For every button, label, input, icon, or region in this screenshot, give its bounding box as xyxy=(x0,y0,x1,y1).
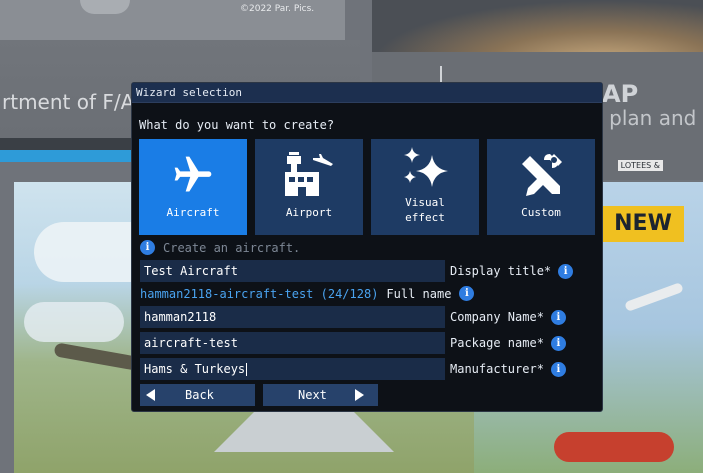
company-name-label: Company Name* xyxy=(450,310,544,324)
full-name-value: hamman2118-aircraft-test (24/128) xyxy=(140,286,379,301)
hint-row: i Create an aircraft. xyxy=(140,240,300,255)
plan-title: AP xyxy=(602,80,639,108)
display-title-row: Test Aircraft Display title* i xyxy=(140,260,574,282)
department-text: rtment of F/A xyxy=(2,90,135,114)
new-badge: NEW xyxy=(602,206,684,242)
manufacturer-label: Manufacturer* xyxy=(450,362,544,376)
airplane-icon xyxy=(165,149,221,201)
display-title-label: Display title* xyxy=(450,264,552,278)
package-name-label: Package name* xyxy=(450,336,544,350)
dialog-titlebar[interactable]: Wizard selection xyxy=(132,83,602,103)
helicopter-shape xyxy=(554,432,674,462)
cloud-shape xyxy=(24,302,124,342)
copyright-text: ©2022 Par. Pics. xyxy=(240,4,315,14)
background-tile-topleft: ©2022 Par. Pics. xyxy=(0,0,345,40)
manufacturer-value: Hams & Turkeys xyxy=(144,362,246,376)
info-icon[interactable]: i xyxy=(140,240,155,255)
sparkles-icon xyxy=(397,145,453,191)
jet-shape xyxy=(624,282,684,312)
manufacturer-row: Hams & Turkeys Manufacturer* i xyxy=(140,358,566,380)
tile-custom-label: Custom xyxy=(521,206,561,219)
airport-icon xyxy=(281,149,337,201)
wizard-dialog: Wizard selection What do you want to cre… xyxy=(131,82,603,412)
full-name-info-icon[interactable]: i xyxy=(459,286,475,301)
manufacturer-info-icon[interactable]: i xyxy=(550,361,566,377)
hint-text: Create an aircraft. xyxy=(163,240,301,255)
background-strip xyxy=(0,138,132,150)
next-button[interactable]: Next xyxy=(263,384,378,406)
back-button-label: Back xyxy=(185,388,214,402)
company-name-field[interactable]: hamman2118 xyxy=(140,306,445,328)
tile-custom[interactable]: Custom xyxy=(487,139,595,235)
back-button[interactable]: Back xyxy=(140,384,255,406)
display-title-field[interactable]: Test Aircraft xyxy=(140,260,445,282)
full-name-row: hamman2118-aircraft-test (24/128) Full n… xyxy=(140,286,475,301)
wizard-question: What do you want to create? xyxy=(139,118,335,132)
package-name-row: aircraft-test Package name* i xyxy=(140,332,566,354)
arrow-left-icon xyxy=(146,389,155,401)
package-name-field[interactable]: aircraft-test xyxy=(140,332,445,354)
company-name-row: hamman2118 Company Name* i xyxy=(140,306,566,328)
wizard-tiles: Aircraft Airport Visual effect Custom xyxy=(139,139,595,235)
company-name-info-icon[interactable]: i xyxy=(550,309,566,325)
text-caret xyxy=(246,363,248,376)
tools-icon xyxy=(513,149,569,201)
tile-airport[interactable]: Airport xyxy=(255,139,363,235)
full-name-label: Full name xyxy=(386,286,452,301)
tile-aircraft-label: Aircraft xyxy=(166,206,220,219)
emblem-image xyxy=(80,0,130,14)
background-accent-strip xyxy=(0,150,132,162)
tile-airport-label: Airport xyxy=(285,206,333,219)
package-name-info-icon[interactable]: i xyxy=(550,335,566,351)
display-title-info-icon[interactable]: i xyxy=(558,263,574,279)
next-button-label: Next xyxy=(298,388,327,402)
background-earth-image xyxy=(372,0,703,52)
arrow-right-icon xyxy=(354,389,364,401)
sticker-label: LOTEES & xyxy=(617,160,663,171)
tile-visual-effect-label: Visual effect xyxy=(405,196,445,224)
tile-visual-effect[interactable]: Visual effect xyxy=(371,139,479,235)
tile-aircraft[interactable]: Aircraft xyxy=(139,139,247,235)
manufacturer-field[interactable]: Hams & Turkeys xyxy=(140,358,445,380)
